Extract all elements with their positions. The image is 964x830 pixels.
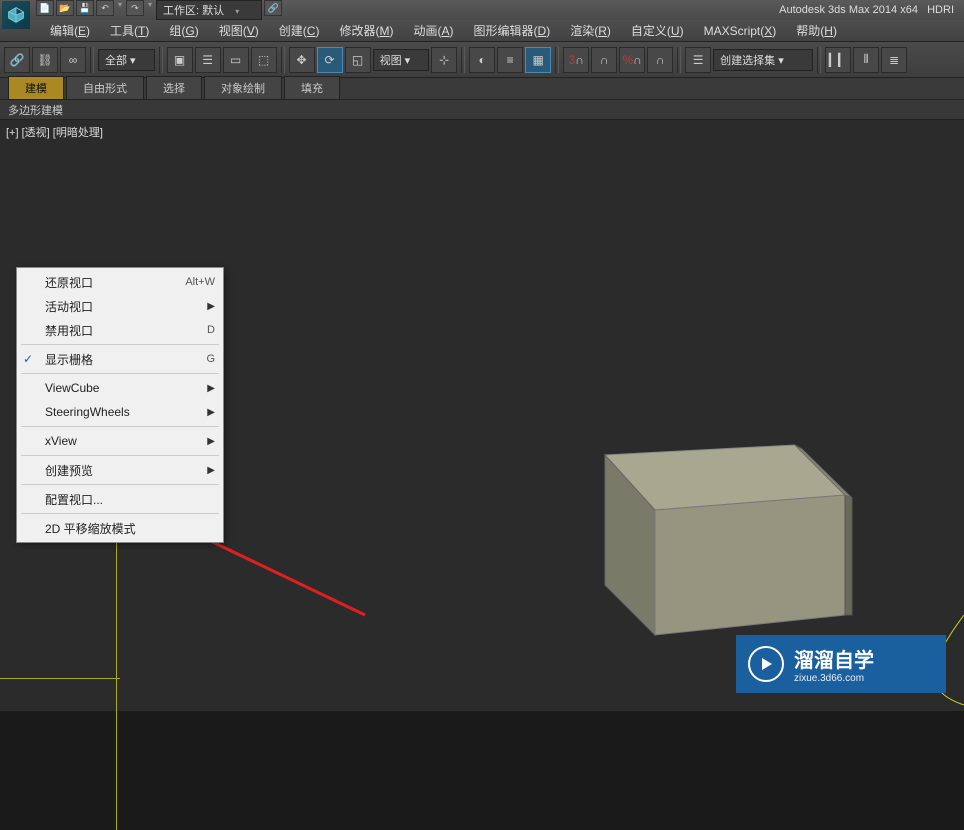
named-selection-icon[interactable]: ☰ (685, 47, 711, 73)
chevron-down-icon[interactable]: ▾ (116, 0, 124, 20)
snap-percent-icon[interactable]: %∩ (619, 47, 645, 73)
app-title: Autodesk 3ds Max 2014 x64 HDRI (779, 4, 954, 16)
selection-set-dropdown[interactable]: 创建选择集 ▾ (713, 49, 813, 71)
link-icon[interactable]: 🔗 (264, 0, 282, 16)
view-dropdown[interactable]: 视图 ▾ (373, 49, 430, 71)
tab-freeform[interactable]: 自由形式 (66, 76, 144, 99)
unlink-tool-icon[interactable]: ⛓ (32, 47, 58, 73)
layers-icon[interactable]: ≣ (881, 47, 907, 73)
menu-customize[interactable]: 自定义(U) (621, 22, 694, 39)
save-file-icon[interactable]: 💾 (76, 0, 94, 16)
spinner-snap-icon[interactable]: ∩ (647, 47, 673, 73)
bind-tool-icon[interactable]: ∞ (60, 47, 86, 73)
menu-render[interactable]: 渲染(R) (560, 22, 621, 39)
menu-maxscript[interactable]: MAXScript(X) (694, 24, 787, 38)
window-crossing-icon[interactable]: ⬚ (251, 47, 277, 73)
menu-active-viewport[interactable]: 活动视口▶ (17, 294, 223, 318)
menubar: 编辑(E) 工具(T) 组(G) 视图(V) 创建(C) 修改器(M) 动画(A… (0, 20, 964, 42)
snap-3d-icon[interactable]: 3∩ (563, 47, 589, 73)
watermark: 溜溜自学 zixue.3d66.com (736, 635, 946, 693)
redo-icon[interactable]: ↷ (126, 0, 144, 16)
undo-icon[interactable]: ↶ (96, 0, 114, 16)
mirror-icon[interactable]: ◐ (469, 47, 495, 73)
chevron-down-icon: ▾ (233, 7, 241, 16)
link-tool-icon[interactable]: 🔗 (4, 47, 30, 73)
align-icon[interactable]: ≡ (497, 47, 523, 73)
filter-dropdown[interactable]: 全部 ▾ (98, 49, 155, 71)
menu-configure-viewport[interactable]: 配置视口... (17, 487, 223, 511)
ribbon-subrow: 多边形建模 (0, 100, 964, 120)
viewport-label[interactable]: [+] [透视] [明暗处理] (6, 124, 103, 140)
workspace-label: 工作区: 默认 (163, 5, 224, 17)
snap-toggle-icon[interactable]: ▦ (525, 47, 551, 73)
menu-steeringwheels[interactable]: SteeringWheels▶ (17, 400, 223, 424)
menu-view[interactable]: 视图(V) (209, 22, 269, 39)
menu-restore-viewport[interactable]: 还原视口Alt+W (17, 270, 223, 294)
scale-tool-icon[interactable]: ◱ (345, 47, 371, 73)
menu-create-preview[interactable]: 创建预览▶ (17, 458, 223, 482)
select-by-name-icon[interactable]: ☰ (195, 47, 221, 73)
menu-show-grid[interactable]: ✓ 显示栅格G (17, 347, 223, 371)
watermark-url: zixue.3d66.com (794, 673, 874, 684)
menu-viewcube[interactable]: ViewCube▶ (17, 376, 223, 400)
move-tool-icon[interactable]: ✥ (289, 47, 315, 73)
align-tool-icon[interactable]: ⫴ (853, 47, 879, 73)
axis-x-line (0, 678, 120, 679)
app-icon[interactable] (2, 1, 30, 29)
titlebar: 📄 📂 💾 ↶ ▾ ↷ ▾ 工作区: 默认 ▾ 🔗 Autodesk 3ds M… (0, 0, 964, 20)
rotate-tool-icon[interactable]: ⟳ (317, 47, 343, 73)
menu-disable-viewport[interactable]: 禁用视口D (17, 318, 223, 342)
menu-help[interactable]: 帮助(H) (786, 22, 847, 39)
viewport-context-menu: 还原视口Alt+W 活动视口▶ 禁用视口D ✓ 显示栅格G ViewCube▶ … (16, 267, 224, 543)
menu-xview[interactable]: xView▶ (17, 429, 223, 453)
snap-angle-icon[interactable]: ∩ (591, 47, 617, 73)
menu-edit[interactable]: 编辑(E) (40, 22, 100, 39)
viewport[interactable]: [+] [透视] [明暗处理] 还原视口Alt+W 活动视口▶ 禁用视口D (0, 120, 964, 711)
select-region-icon[interactable]: ▭ (223, 47, 249, 73)
chevron-down-icon[interactable]: ▾ (146, 0, 154, 20)
mirror-tool-icon[interactable]: ▎▎ (825, 47, 851, 73)
tab-object-paint[interactable]: 对象绘制 (204, 76, 282, 99)
select-filter-icon[interactable]: ▣ (167, 47, 193, 73)
new-file-icon[interactable]: 📄 (36, 0, 54, 16)
tab-fill[interactable]: 填充 (284, 76, 340, 99)
menu-group[interactable]: 组(G) (159, 22, 208, 39)
main-toolbar: 🔗 ⛓ ∞ 全部 ▾ ▣ ☰ ▭ ⬚ ✥ ⟳ ◱ 视图 ▾ ⊹ ◐ ≡ ▦ 3∩… (0, 42, 964, 78)
menu-modifiers[interactable]: 修改器(M) (329, 22, 403, 39)
check-icon: ✓ (23, 352, 33, 366)
tab-modeling[interactable]: 建模 (8, 76, 64, 99)
menu-animation[interactable]: 动画(A) (403, 22, 463, 39)
menu-create[interactable]: 创建(C) (269, 22, 330, 39)
play-icon (748, 646, 784, 682)
menu-graph-editors[interactable]: 图形编辑器(D) (464, 22, 561, 39)
tab-selection[interactable]: 选择 (146, 76, 202, 99)
box-3d-object (545, 405, 865, 645)
menu-tools[interactable]: 工具(T) (100, 22, 159, 39)
watermark-title: 溜溜自学 (794, 644, 874, 673)
workspace-dropdown[interactable]: 工作区: 默认 ▾ (156, 0, 262, 20)
ribbon-tabs: 建模 自由形式 选择 对象绘制 填充 (0, 78, 964, 100)
menu-2d-pan-zoom[interactable]: 2D 平移缩放模式 (17, 516, 223, 540)
coord-system-icon[interactable]: ⊹ (431, 47, 457, 73)
open-file-icon[interactable]: 📂 (56, 0, 74, 16)
